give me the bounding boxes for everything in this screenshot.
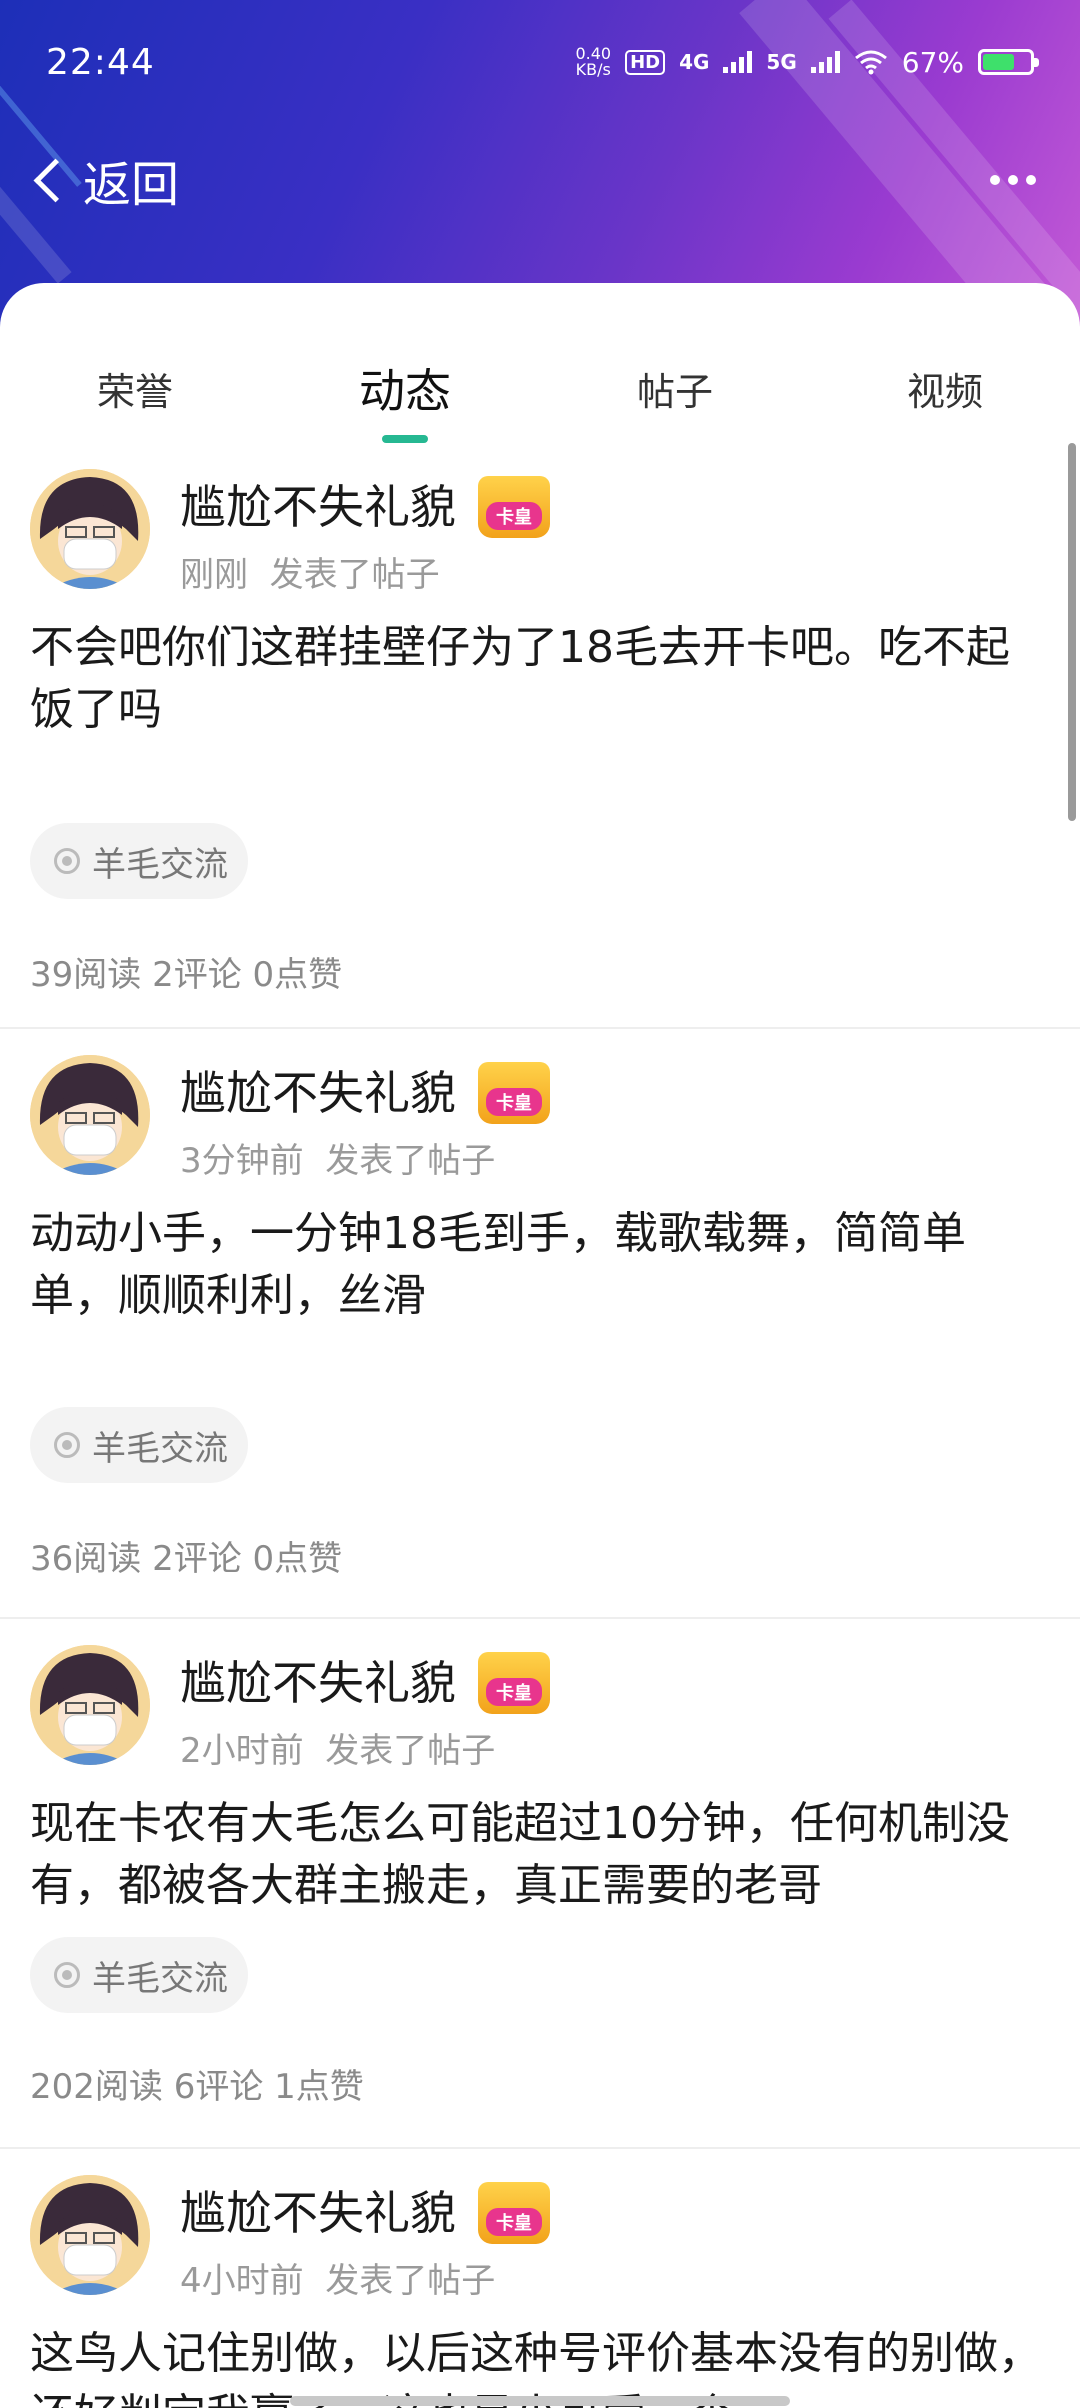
post-content[interactable]: 现在卡农有大毛怎么可能超过10分钟，任何机制没有，都被各大群主搬走，真正需要的老…: [30, 1793, 1050, 1917]
vip-badge-icon: 卡皇: [478, 475, 550, 538]
post-meta: 4小时前 发表了帖子: [180, 2261, 496, 2301]
net-5g-label: 5G: [766, 50, 797, 74]
post-meta: 2小时前 发表了帖子: [180, 1731, 496, 1771]
vip-badge-icon: 卡皇: [478, 1651, 550, 1714]
topic-tag[interactable]: 羊毛交流: [30, 823, 248, 899]
vip-badge-icon: 卡皇: [478, 2181, 550, 2244]
signal-5g-icon: [810, 51, 840, 73]
author-name[interactable]: 尴尬不失礼貌 卡皇: [180, 1057, 550, 1128]
back-label: 返回: [83, 157, 180, 213]
post-item[interactable]: 尴尬不失礼貌 卡皇 3分钟前 发表了帖子 动动小手，一分钟18毛到手，载歌载舞，简…: [0, 1029, 1080, 1619]
battery-icon: [978, 49, 1039, 75]
post-item[interactable]: 尴尬不失礼貌 卡皇 刚刚 发表了帖子 不会吧你们这群挂壁仔为了18毛去开卡吧。吃不…: [0, 443, 1080, 1029]
topic-tag[interactable]: 羊毛交流: [30, 1937, 248, 2013]
content-sheet: 荣誉 动态 帖子 视频 尴尬不失礼貌 卡皇 刚刚 发表了帖子 不会吧你们这群挂壁仔…: [0, 283, 1080, 2408]
avatar[interactable]: [30, 469, 150, 589]
post-stats: 39阅读 2评论 0点赞: [30, 955, 343, 995]
avatar[interactable]: [30, 2175, 150, 2295]
wifi-icon: [854, 50, 887, 75]
avatar[interactable]: [30, 1055, 150, 1175]
more-options-button[interactable]: [990, 175, 1036, 185]
net-4g-label: 4G: [679, 50, 710, 74]
post-item[interactable]: 尴尬不失礼貌 卡皇 4小时前 发表了帖子 这鸟人记住别做，以后这种号评价基本没有的…: [0, 2149, 1080, 2408]
tab-honor[interactable]: 荣誉: [35, 361, 235, 416]
hd-icon: HD: [625, 49, 666, 75]
author-name[interactable]: 尴尬不失礼貌 卡皇: [180, 1647, 550, 1718]
post-content[interactable]: 不会吧你们这群挂壁仔为了18毛去开卡吧。吃不起饭了吗: [30, 617, 1050, 741]
home-indicator: [290, 2396, 790, 2406]
post-meta: 3分钟前 发表了帖子: [180, 1141, 496, 1181]
back-button[interactable]: 返回: [28, 145, 179, 215]
avatar[interactable]: [30, 1645, 150, 1765]
author-name[interactable]: 尴尬不失礼貌 卡皇: [180, 471, 550, 542]
author-name[interactable]: 尴尬不失礼貌 卡皇: [180, 2177, 550, 2248]
tab-active-indicator: [382, 435, 428, 443]
status-bar: 22:44 0.40 KB/s HD 4G 5G 67%: [46, 32, 1039, 92]
post-meta: 刚刚 发表了帖子: [180, 555, 440, 595]
topic-icon: [54, 848, 80, 874]
signal-4g-icon: [723, 51, 753, 73]
network-speed: 0.40 KB/s: [575, 44, 612, 79]
vip-badge-icon: 卡皇: [478, 1061, 550, 1124]
post-stats: 36阅读 2评论 0点赞: [30, 1539, 343, 1579]
tab-activity[interactable]: 动态: [305, 355, 505, 443]
post-stats: 202阅读 6评论 1点赞: [30, 2067, 364, 2107]
top-nav: 返回: [28, 145, 1052, 215]
topic-tag[interactable]: 羊毛交流: [30, 1407, 248, 1483]
post-content[interactable]: 动动小手，一分钟18毛到手，载歌载舞，简简单单，顺顺利利，丝滑: [30, 1203, 1050, 1327]
tab-posts[interactable]: 帖子: [575, 361, 775, 416]
topic-icon: [54, 1962, 80, 1988]
chevron-left-icon: [33, 158, 78, 202]
tab-bar: 荣誉 动态 帖子 视频: [0, 283, 1080, 443]
post-item[interactable]: 尴尬不失礼貌 卡皇 2小时前 发表了帖子 现在卡农有大毛怎么可能超过10分钟，任何…: [0, 1619, 1080, 2149]
tab-videos[interactable]: 视频: [845, 361, 1045, 416]
topic-icon: [54, 1432, 80, 1458]
battery-percent: 67%: [901, 45, 964, 79]
status-time: 22:44: [46, 41, 155, 83]
header-background: 22:44 0.40 KB/s HD 4G 5G 67% 返回: [0, 0, 1080, 330]
